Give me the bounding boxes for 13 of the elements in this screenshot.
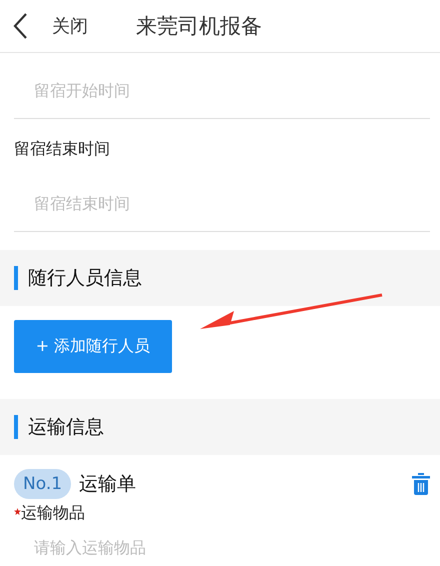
section-title: 随行人员信息 (28, 266, 142, 291)
close-button[interactable]: 关闭 (52, 14, 88, 38)
page-title: 来莞司机报备 (136, 13, 262, 40)
input-field[interactable]: 请输入运输物品 (14, 526, 430, 559)
section-title: 运输信息 (28, 415, 104, 440)
order-title: 运输单 (79, 472, 138, 497)
field-label: 留宿结束时间 (14, 139, 110, 158)
field-label: 运输物品 (21, 503, 85, 524)
input-field[interactable]: 留宿结束时间 (14, 166, 430, 232)
number-badge: No.1 (14, 469, 72, 499)
input-field[interactable]: 留宿开始时间 (14, 53, 430, 119)
delete-icon[interactable] (412, 473, 430, 495)
back-icon[interactable] (12, 12, 28, 40)
